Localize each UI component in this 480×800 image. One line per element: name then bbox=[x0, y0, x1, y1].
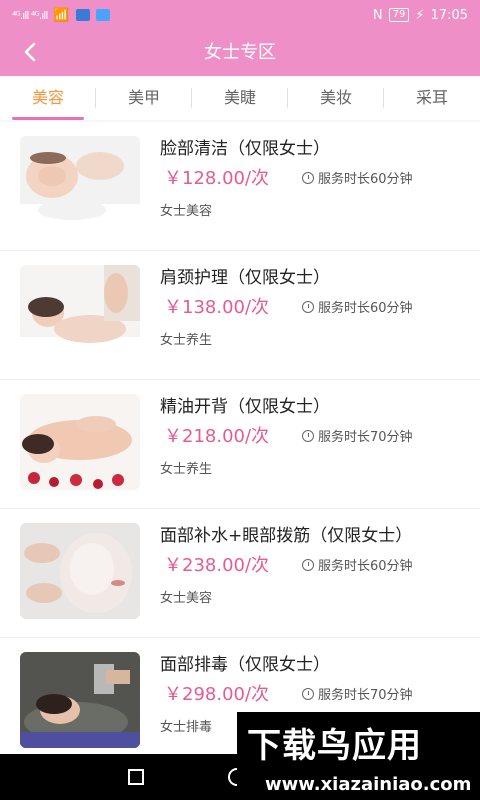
service-item[interactable]: 精油开背（仅限女士） ￥218.00/次 服务时长70分钟 女士养生 bbox=[0, 380, 480, 509]
app-notification-icon bbox=[75, 9, 90, 21]
service-image bbox=[20, 136, 140, 232]
watermark: 下载鸟应用 www.xiazainiao.com bbox=[237, 712, 480, 800]
clock-icon bbox=[302, 687, 314, 700]
tab-beauty[interactable]: 美容 bbox=[0, 76, 96, 120]
service-name: 面部排毒（仅限女士） bbox=[160, 655, 330, 675]
service-price: ￥298.00/次 bbox=[164, 684, 270, 705]
clock-time: 17:05 bbox=[430, 7, 468, 23]
nfc-icon: N bbox=[372, 7, 383, 23]
service-duration: 服务时长60分钟 bbox=[302, 555, 413, 574]
wifi-icon: 📶 bbox=[53, 7, 70, 23]
category-tabs: 美容 美甲 美睫 美妆 采耳 bbox=[0, 76, 480, 120]
app-header: 女士专区 bbox=[0, 30, 480, 76]
duration-text: 服务时长70分钟 bbox=[318, 430, 413, 445]
service-category: 女士排毒 bbox=[160, 720, 213, 735]
duration-text: 服务时长70分钟 bbox=[318, 688, 413, 703]
status-bar: ⁴ᴳ.ıll ⁴ᴳ.ıll 📶 N 79 ⚡ 17:05 bbox=[0, 0, 480, 30]
recent-apps-icon[interactable] bbox=[128, 769, 144, 785]
service-item[interactable]: 脸部清洁（仅限女士） ￥128.00/次 服务时长60分钟 女士美容 bbox=[0, 122, 480, 251]
service-price: ￥128.00/次 bbox=[164, 168, 270, 189]
service-image bbox=[20, 394, 140, 490]
service-item[interactable]: 面部补水+眼部拨筋（仅限女士） ￥238.00/次 服务时长60分钟 女士美容 bbox=[0, 509, 480, 638]
service-duration: 服务时长60分钟 bbox=[302, 297, 413, 316]
tab-ear-cleaning[interactable]: 采耳 bbox=[384, 76, 480, 120]
service-category: 女士美容 bbox=[160, 204, 213, 219]
duration-text: 服务时长60分钟 bbox=[318, 172, 413, 187]
service-duration: 服务时长60分钟 bbox=[302, 168, 413, 187]
service-image bbox=[20, 652, 140, 748]
duration-text: 服务时长60分钟 bbox=[318, 559, 413, 574]
service-duration: 服务时长70分钟 bbox=[302, 426, 413, 445]
tab-nails[interactable]: 美甲 bbox=[96, 76, 192, 120]
cloud-notification-icon bbox=[95, 9, 110, 21]
battery-icon: 79 bbox=[388, 8, 410, 22]
clock-icon bbox=[302, 171, 314, 184]
service-item[interactable]: 肩颈护理（仅限女士） ￥138.00/次 服务时长60分钟 女士养生 bbox=[0, 251, 480, 380]
service-name: 精油开背（仅限女士） bbox=[160, 397, 330, 417]
service-duration: 服务时长70分钟 bbox=[302, 684, 413, 703]
tab-lashes[interactable]: 美睫 bbox=[192, 76, 288, 120]
clock-icon bbox=[302, 429, 314, 442]
service-price: ￥218.00/次 bbox=[164, 426, 270, 447]
service-category: 女士养生 bbox=[160, 333, 213, 348]
service-name: 肩颈护理（仅限女士） bbox=[160, 268, 330, 288]
service-price: ￥138.00/次 bbox=[164, 297, 270, 318]
clock-icon bbox=[302, 558, 314, 571]
watermark-url: www.xiazainiao.com bbox=[265, 774, 472, 795]
service-name: 脸部清洁（仅限女士） bbox=[160, 139, 330, 159]
duration-text: 服务时长60分钟 bbox=[318, 301, 413, 316]
signal-icon: ⁴ᴳ.ıll ⁴ᴳ.ıll bbox=[12, 8, 48, 22]
service-category: 女士美容 bbox=[160, 591, 213, 606]
service-list: 脸部清洁（仅限女士） ￥128.00/次 服务时长60分钟 女士美容 肩颈护理（… bbox=[0, 122, 480, 754]
charging-icon: ⚡ bbox=[415, 7, 425, 23]
page-title: 女士专区 bbox=[204, 42, 276, 63]
service-name: 面部补水+眼部拨筋（仅限女士） bbox=[160, 526, 413, 546]
clock-icon bbox=[302, 300, 314, 313]
service-price: ￥238.00/次 bbox=[164, 555, 270, 576]
service-image bbox=[20, 265, 140, 361]
service-image bbox=[20, 523, 140, 619]
watermark-title: 下载鸟应用 bbox=[247, 726, 422, 766]
tab-makeup[interactable]: 美妆 bbox=[288, 76, 384, 120]
service-category: 女士养生 bbox=[160, 462, 213, 477]
